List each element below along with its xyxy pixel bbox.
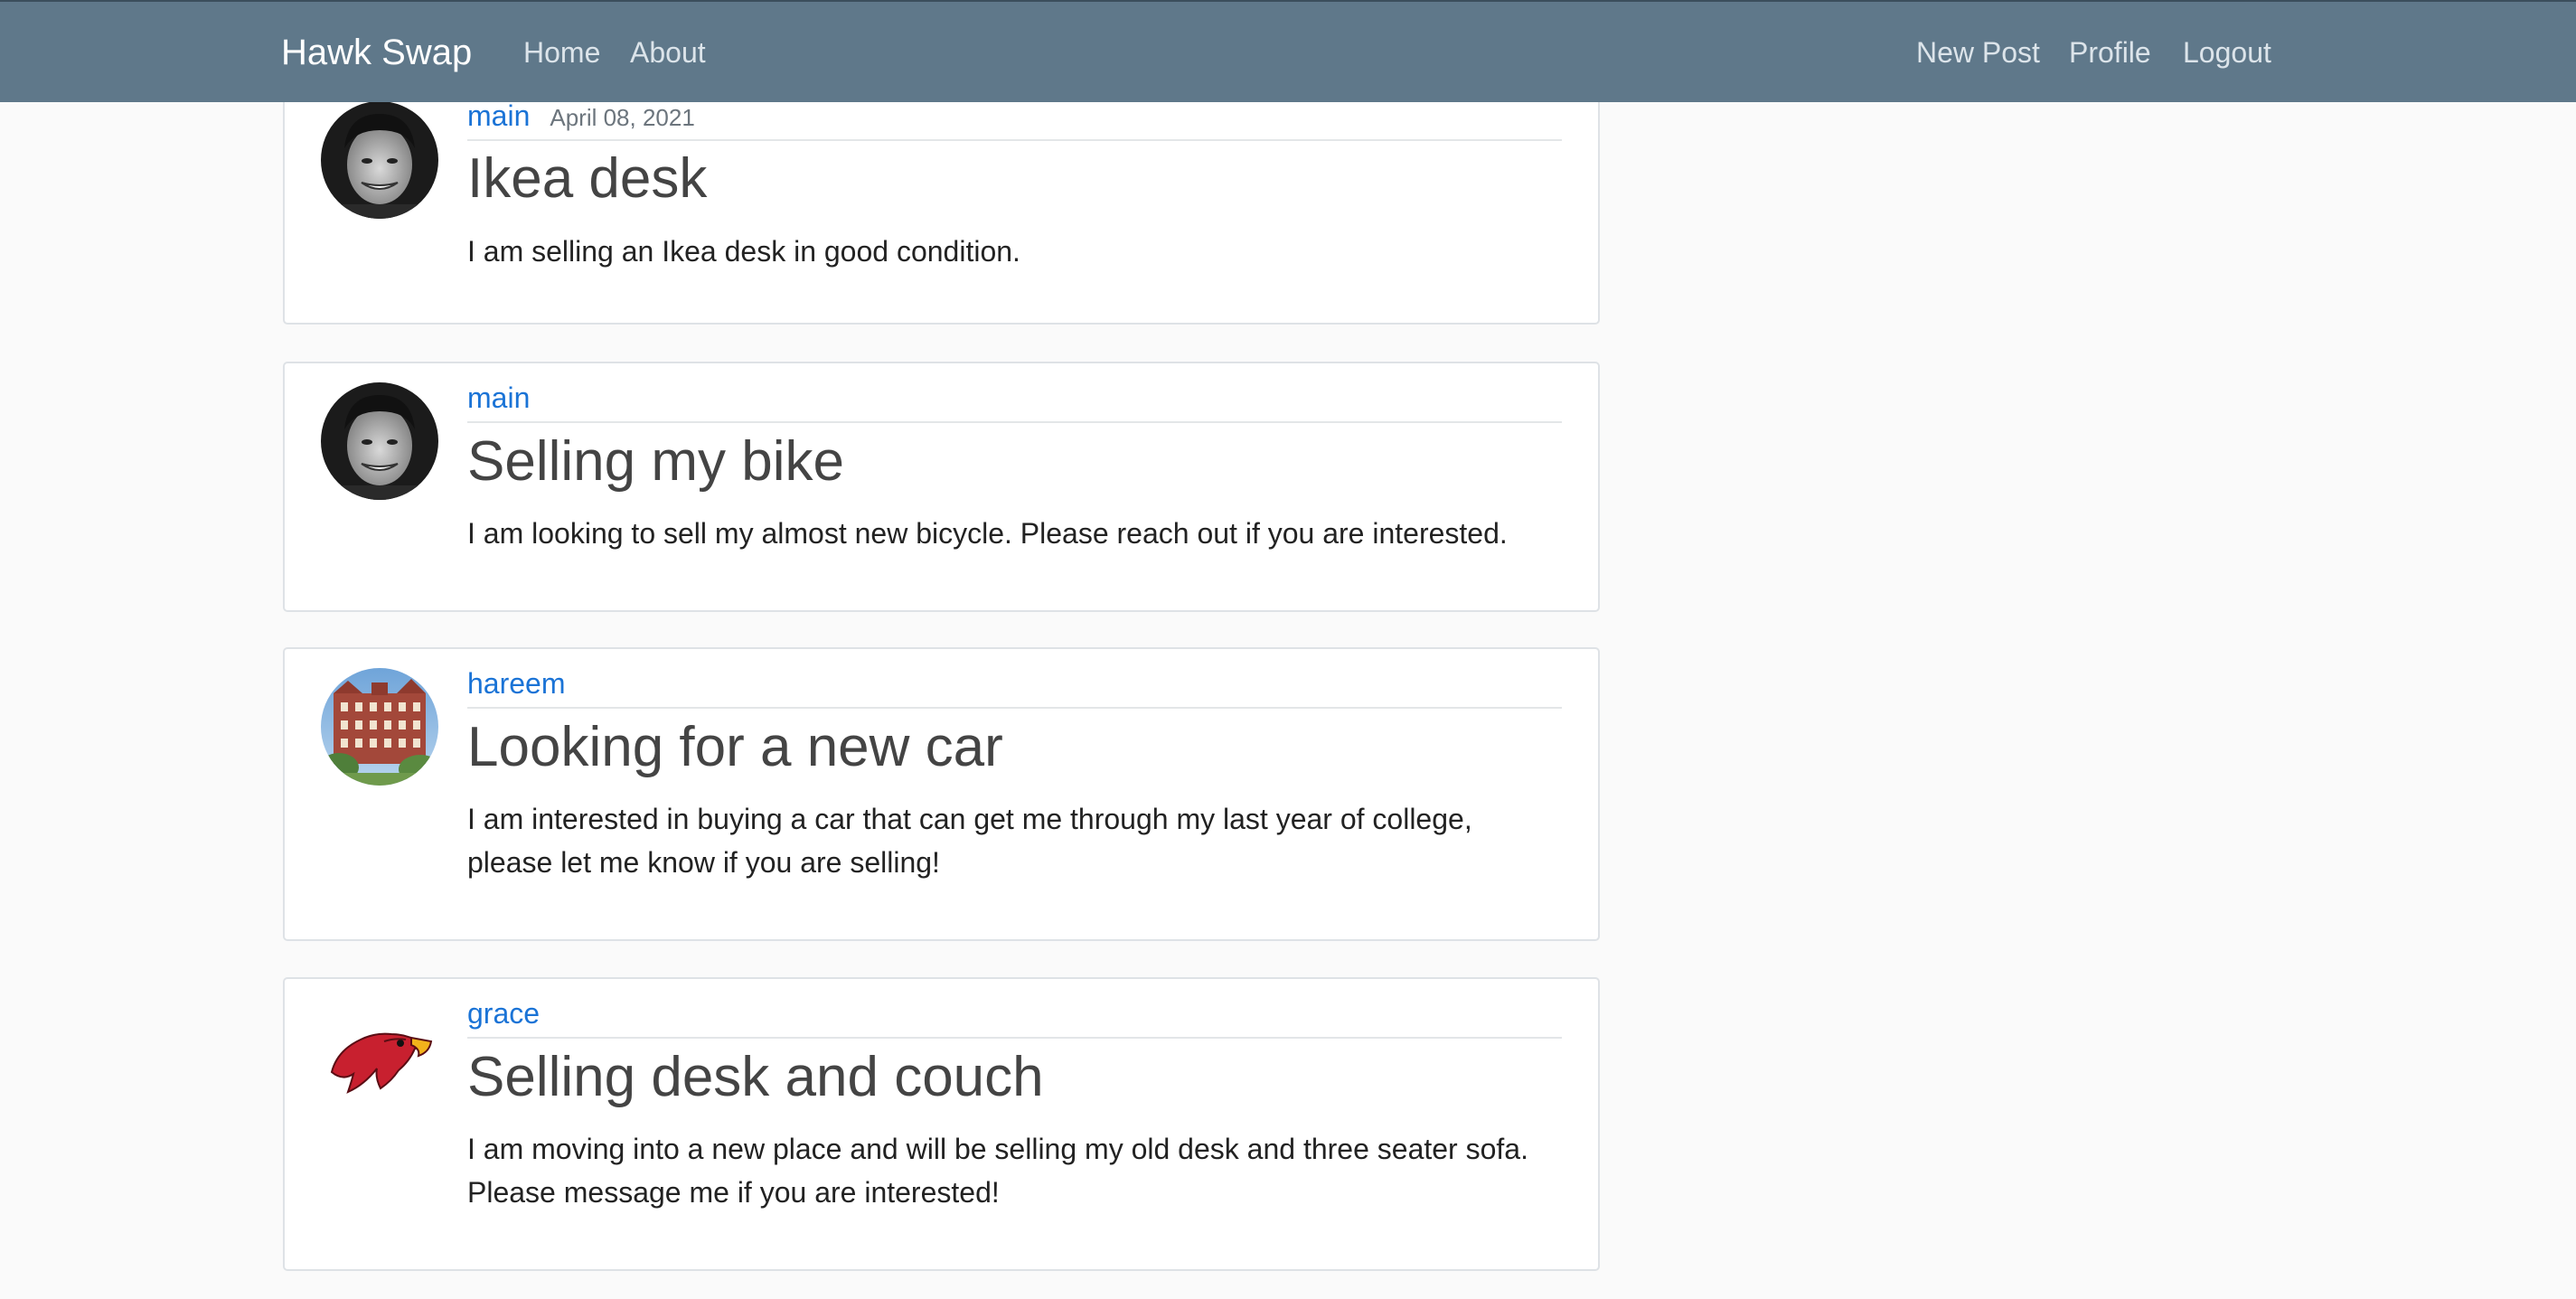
post-title-link[interactable]: Selling desk and couch [467, 1045, 1044, 1109]
post-feed: main April 08, 2021 Ikea desk I am sellin… [0, 102, 2576, 1299]
author-link[interactable]: main [467, 102, 530, 132]
post-body: I am moving into a new place and will be… [467, 1133, 1528, 1209]
post-body: I am interested in buying a car that can… [467, 803, 1472, 879]
nav-home-link[interactable]: Home [523, 36, 600, 70]
post-meta: hareem [467, 667, 1562, 709]
post-title-link[interactable]: Selling my bike [467, 429, 844, 494]
author-link[interactable]: grace [467, 997, 540, 1030]
nav-logout-link[interactable]: Logout [2183, 36, 2271, 70]
post-title-link[interactable]: Looking for a new car [467, 715, 1003, 779]
post-meta: main April 08, 2021 [467, 102, 1562, 141]
post-card: main Selling my bike I am looking to sel… [283, 362, 1600, 612]
author-link[interactable]: main [467, 381, 530, 414]
profile-photo-icon [321, 102, 438, 219]
nav-about-link[interactable]: About [630, 36, 706, 70]
navbar: Hawk Swap Home About New Post Profile Lo… [0, 0, 2576, 102]
post-card: hareem Looking for a new car I am intere… [283, 647, 1600, 941]
nav-new-post-link[interactable]: New Post [1916, 36, 2040, 70]
post-card: main April 08, 2021 Ikea desk I am sellin… [283, 102, 1600, 325]
building-photo-icon [321, 668, 438, 786]
brand-link[interactable]: Hawk Swap [281, 33, 472, 73]
post-title-link[interactable]: Ikea desk [467, 146, 707, 211]
post-meta: grace [467, 997, 1562, 1039]
post-body: I am selling an Ikea desk in good condit… [467, 235, 1020, 268]
post-date: April 08, 2021 [550, 104, 695, 131]
hawk-logo-icon [321, 998, 438, 1115]
nav-profile-link[interactable]: Profile [2069, 36, 2151, 70]
post-meta: main [467, 381, 1562, 423]
post-card: grace Selling desk and couch I am moving… [283, 977, 1600, 1271]
post-body: I am looking to sell my almost new bicyc… [467, 517, 1508, 550]
author-link[interactable]: hareem [467, 667, 566, 700]
profile-photo-icon [321, 382, 438, 500]
